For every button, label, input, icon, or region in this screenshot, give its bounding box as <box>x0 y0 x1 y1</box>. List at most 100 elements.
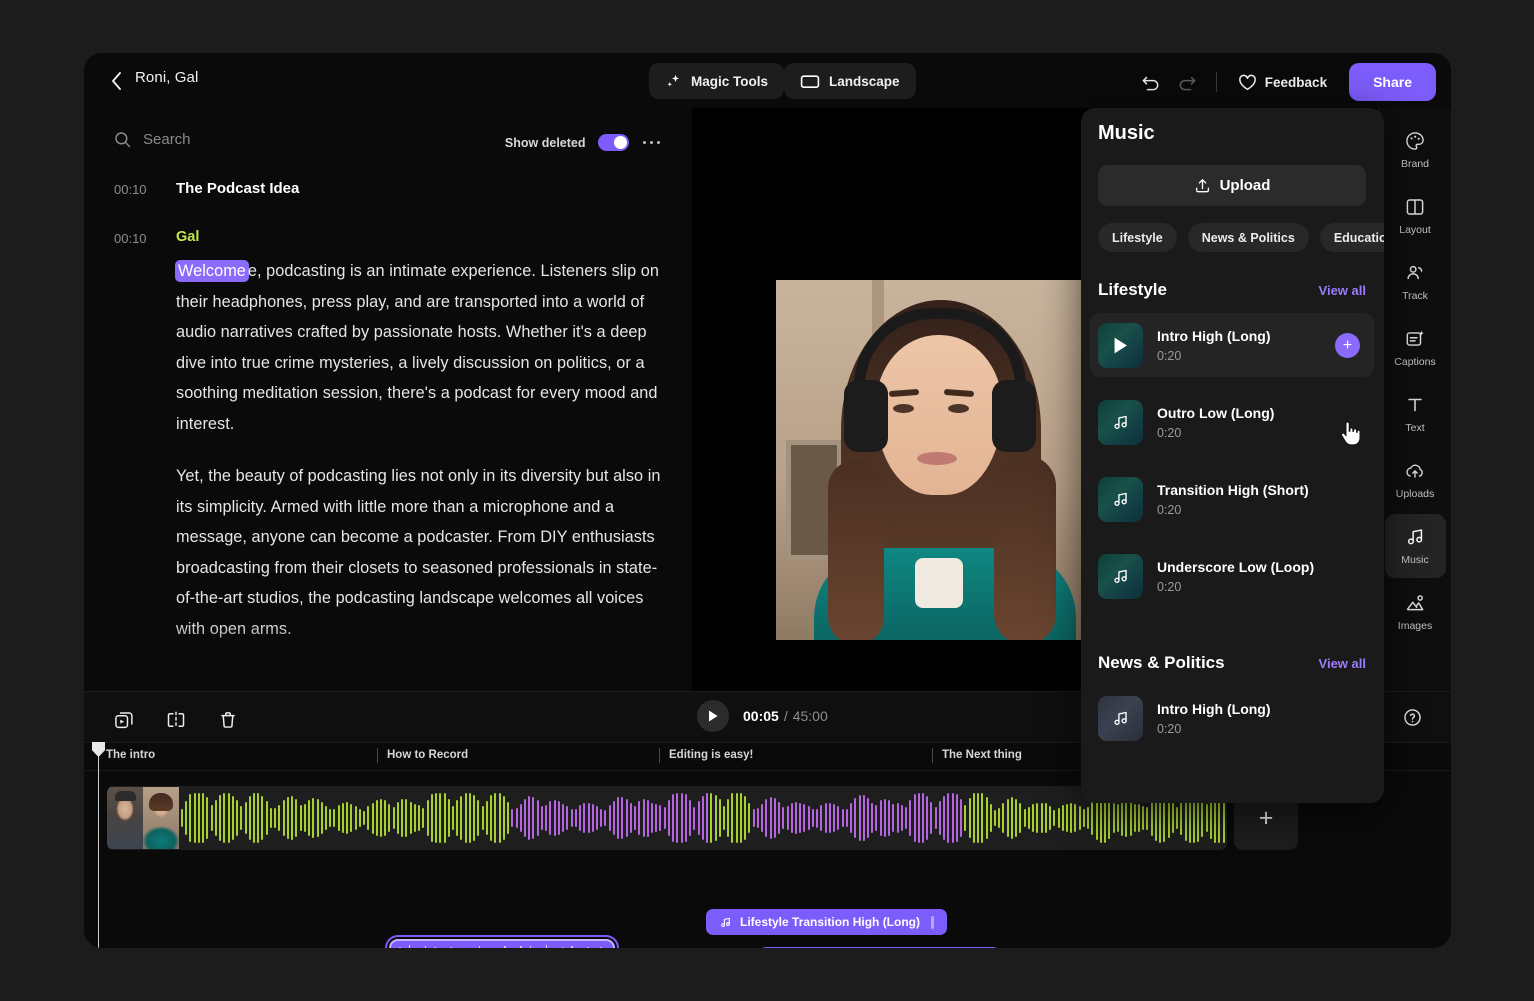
top-bar: Roni, Gal Magic Tools Landscape Feedback… <box>84 53 1451 108</box>
section-title: Lifestyle <box>1098 280 1167 299</box>
chip-news-politics[interactable]: News & Politics <box>1187 223 1309 252</box>
rail-label-captions: Captions <box>1394 356 1436 368</box>
chapter-marker[interactable]: The intro <box>106 748 155 763</box>
redo-button[interactable] <box>1169 64 1205 100</box>
track-artwork <box>1098 322 1143 368</box>
rail-item-captions[interactable]: Captions <box>1385 316 1446 380</box>
music-panel-title: Music <box>1098 122 1155 144</box>
music-clip-label: Lifestyle Transition High (Long) <box>740 915 920 929</box>
feedback-label: Feedback <box>1264 74 1328 90</box>
transcript-chapter-row[interactable]: 00:10 The Podcast Idea <box>84 180 692 197</box>
eye-left <box>893 404 914 413</box>
music-list-fade-overlay <box>1081 757 1384 803</box>
video-audio-clip[interactable] <box>107 786 1227 850</box>
time-separator: / <box>783 708 788 724</box>
landscape-button[interactable]: Landscape <box>784 63 916 99</box>
category-chips[interactable]: Lifestyle News & Politics Education <box>1098 223 1384 252</box>
time-display: 00:05 / 45:00 <box>743 708 828 724</box>
clip-thumbnail-speaker-2 <box>143 787 179 849</box>
upload-button[interactable]: Upload <box>1098 165 1366 206</box>
rail-label-music: Music <box>1401 554 1429 566</box>
rail-label-images: Images <box>1397 620 1433 632</box>
duplicate-clip-button[interactable] <box>106 702 142 738</box>
landscape-icon <box>800 75 820 89</box>
time-current: 00:05 <box>743 708 779 724</box>
chip-education[interactable]: Education <box>1319 223 1384 252</box>
image-icon <box>1406 595 1424 611</box>
chapter-marker[interactable]: The Next thing <box>932 748 1022 763</box>
track-duration: 0:20 <box>1157 425 1182 440</box>
rail-item-brand[interactable]: Brand <box>1385 118 1446 182</box>
track-meta: Intro High (Long) 0:20 <box>1157 328 1271 363</box>
track-name: Outro Low (Long) <box>1157 404 1275 421</box>
upload-icon <box>1195 179 1209 193</box>
playhead[interactable] <box>92 742 105 948</box>
chapter-marker[interactable]: How to Record <box>377 748 468 763</box>
rail-item-music[interactable]: Music <box>1384 514 1446 578</box>
track-row[interactable]: Transition High (Short) 0:20 <box>1090 467 1374 531</box>
undo-button[interactable] <box>1133 64 1169 100</box>
music-note-icon <box>1407 529 1423 545</box>
track-row[interactable]: Intro High (Long) 0:20 + <box>1090 313 1374 377</box>
rail-item-layout[interactable]: Layout <box>1385 184 1446 248</box>
rail-item-uploads[interactable]: Uploads <box>1385 448 1446 512</box>
rail-label-layout: Layout <box>1399 224 1431 236</box>
section-header-news: News & Politics View all <box>1098 653 1366 673</box>
view-all-news[interactable]: View all <box>1319 656 1366 671</box>
view-all-lifestyle[interactable]: View all <box>1319 283 1366 298</box>
transcript-content: 00:10 The Podcast Idea 00:10 Gal Welcome… <box>84 180 692 666</box>
rail-item-images[interactable]: Images <box>1385 580 1446 644</box>
feedback-button[interactable]: Feedback <box>1228 64 1337 100</box>
track-row[interactable]: Underscore Low (Loop) 0:20 <box>1090 544 1374 608</box>
share-button[interactable]: Share <box>1349 63 1436 101</box>
transcript-speaker-row[interactable]: 00:10 Gal <box>84 229 692 246</box>
transcript-more-button[interactable] <box>641 136 663 150</box>
transcript-toolbar: Search Show deleted <box>84 108 692 180</box>
chip-lifestyle[interactable]: Lifestyle <box>1098 223 1177 252</box>
layout-icon <box>1406 199 1424 215</box>
track-meta: Outro Low (Long) 0:20 <box>1157 405 1274 440</box>
track-name: Transition High (Short) <box>1157 481 1309 498</box>
music-clip[interactable]: Lifestyle Transition High (Long) <box>759 947 1000 948</box>
chapter-marker[interactable]: Editing is easy! <box>659 748 753 763</box>
track-name: Intro High (Long) <box>1157 327 1271 344</box>
selected-music-clip[interactable] <box>389 939 615 948</box>
video-main-speaker <box>776 280 1106 640</box>
show-deleted-toggle[interactable] <box>597 134 629 151</box>
chapter-title: The Podcast Idea <box>176 180 300 197</box>
music-panel: Music Upload Lifestyle News & Politics E… <box>1081 108 1384 803</box>
time-total: 45:00 <box>792 708 828 724</box>
magic-tools-button[interactable]: Magic Tools <box>649 63 785 99</box>
track-artwork <box>1098 476 1143 522</box>
toolbar-divider <box>1215 72 1217 92</box>
transcript-paragraphs[interactable]: Welcome e, podcasting is an intimate expe… <box>84 256 692 644</box>
clip-resize-handle[interactable] <box>931 915 934 929</box>
sparkle-icon <box>667 74 680 86</box>
landscape-label: Landscape <box>829 73 900 89</box>
upload-cloud-icon <box>1406 464 1423 478</box>
app-window: Roni, Gal Magic Tools Landscape Feedback… <box>84 53 1451 948</box>
rail-item-text[interactable]: Text <box>1385 382 1446 446</box>
search-input[interactable]: Search <box>114 131 191 148</box>
transcript-paragraph-1: Welcome e, podcasting is an intimate expe… <box>175 256 662 439</box>
rail-item-track[interactable]: Track <box>1385 250 1446 314</box>
add-track-to-timeline-button[interactable]: + <box>1335 333 1360 358</box>
track-duration: 0:20 <box>1157 579 1182 594</box>
upload-label: Upload <box>1219 177 1271 194</box>
chevron-left-icon <box>111 72 121 90</box>
music-note-icon <box>1114 569 1127 583</box>
heart-icon <box>1238 74 1256 90</box>
help-button[interactable] <box>1397 702 1427 732</box>
track-meta: Underscore Low (Loop) 0:20 <box>1157 559 1314 594</box>
clip-tools <box>106 702 246 738</box>
delete-clip-button[interactable] <box>210 702 246 738</box>
split-clip-button[interactable] <box>158 702 194 738</box>
eye-right <box>948 404 969 413</box>
play-icon <box>709 710 718 722</box>
back-button[interactable] <box>102 67 130 95</box>
track-row[interactable]: Intro High (Long) 0:20 <box>1090 686 1374 750</box>
play-button[interactable] <box>697 700 729 732</box>
music-clip[interactable]: Lifestyle Transition High (Long) <box>706 909 947 935</box>
captions-icon <box>1406 330 1424 346</box>
track-row[interactable]: Outro Low (Long) 0:20 <box>1090 390 1374 454</box>
